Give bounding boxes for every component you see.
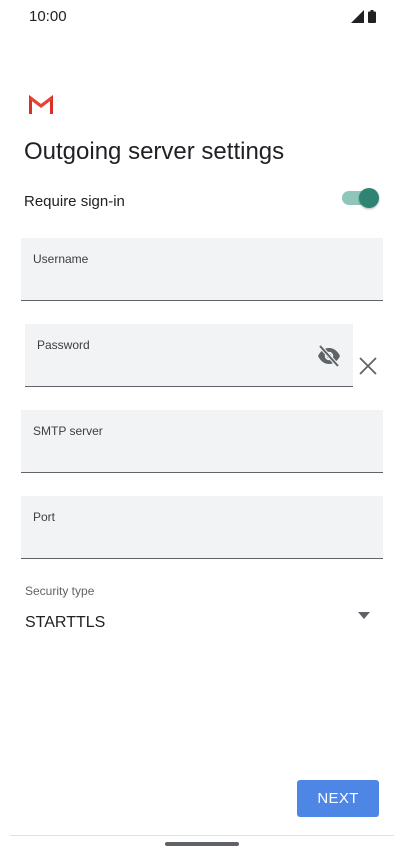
smtp-server-label: SMTP server: [33, 424, 103, 438]
password-field[interactable]: Password: [25, 324, 353, 387]
page-title: Outgoing server settings: [24, 138, 285, 165]
require-signin-label: Require sign-in: [24, 193, 125, 210]
close-icon[interactable]: [358, 356, 378, 376]
smtp-server-input[interactable]: [33, 447, 327, 466]
next-button[interactable]: NEXT: [297, 780, 379, 817]
username-input[interactable]: [33, 275, 327, 294]
username-field[interactable]: Username: [21, 238, 383, 301]
password-label: Password: [37, 338, 90, 352]
port-input[interactable]: [33, 533, 327, 552]
toggle-knob: [359, 188, 379, 208]
security-type-dropdown[interactable]: STARTTLS: [25, 604, 375, 640]
status-bar: 10:00: [0, 0, 404, 34]
battery-icon: [368, 10, 376, 23]
signal-icon: [351, 10, 364, 23]
password-input[interactable]: [37, 361, 304, 380]
smtp-server-field[interactable]: SMTP server: [21, 410, 383, 473]
require-signin-row[interactable]: Require sign-in: [24, 188, 379, 216]
home-indicator[interactable]: [165, 842, 239, 846]
visibility-off-icon[interactable]: [317, 345, 341, 367]
status-icons: [351, 10, 376, 23]
username-label: Username: [33, 252, 89, 266]
port-field[interactable]: Port: [21, 496, 383, 559]
security-type-value: STARTTLS: [25, 614, 106, 631]
status-time: 10:00: [29, 8, 67, 25]
security-type-label: Security type: [25, 584, 95, 598]
dropdown-arrow-icon: [358, 612, 370, 619]
port-label: Port: [33, 510, 56, 524]
divider: [10, 835, 394, 836]
gmail-logo: [29, 95, 53, 114]
require-signin-toggle[interactable]: [342, 188, 379, 208]
